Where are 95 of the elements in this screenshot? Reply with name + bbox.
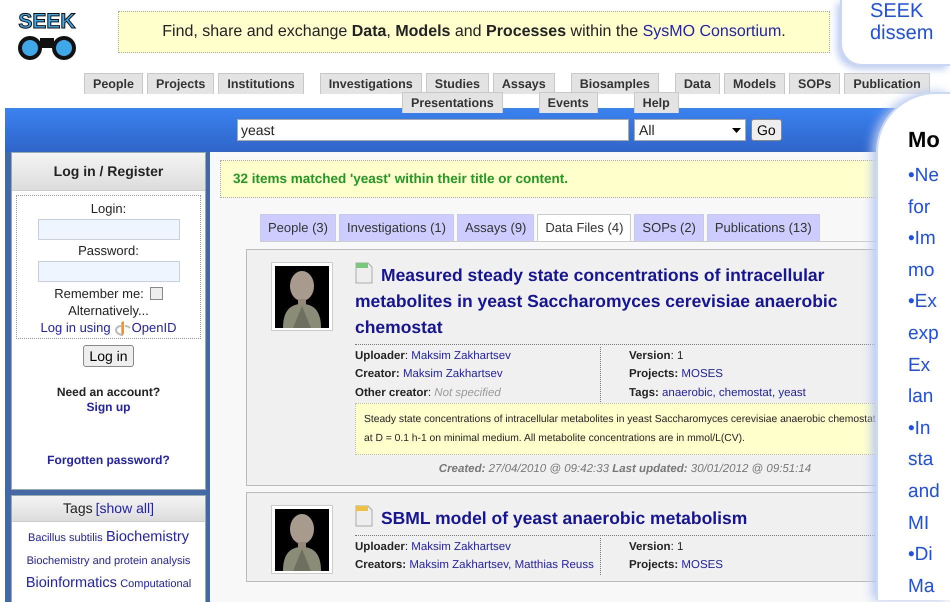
nav-tab[interactable]: Presentations (402, 92, 503, 113)
meta-label: Projects: (629, 368, 678, 380)
password-field[interactable] (38, 261, 180, 282)
slide-text: •In (908, 416, 932, 441)
slide-text: for (908, 196, 932, 220)
meta-label: Tags: (629, 386, 659, 399)
panel-header: Tags (63, 499, 93, 518)
meta-label: Version (629, 540, 671, 552)
tag-link[interactable]: Bioinformatics (26, 575, 117, 591)
meta-link[interactable]: Maksim Zakhartsev, Matthias Reuss (409, 559, 594, 571)
checkbox-label: Remember me: (54, 285, 144, 302)
nav-tab[interactable]: People (84, 73, 143, 94)
openid-icon (114, 320, 131, 336)
result-tab[interactable]: Data Files (4) (537, 214, 632, 241)
show-all-link[interactable]: [show all] (96, 498, 154, 519)
meta-label: Creator: (355, 368, 400, 380)
nav-tab[interactable]: Data (674, 73, 720, 94)
meta-link[interactable]: MOSES (681, 559, 723, 571)
meta-value: 1 (676, 540, 684, 552)
meta-link[interactable]: Maksim Zakhartsev (402, 368, 503, 380)
field-label: Password: (77, 242, 140, 259)
meta-separator: : (670, 540, 674, 552)
slide-text: sta (908, 448, 934, 472)
tag-link[interactable]: Biochemistry (106, 529, 189, 545)
nav-tab[interactable]: Models (724, 73, 786, 94)
result-tab[interactable]: Investigations (1) (338, 214, 454, 241)
nav-tab[interactable]: Assays (492, 73, 555, 94)
panel-header: Log in / Register (12, 153, 205, 191)
nav-tab[interactable]: Projects (147, 73, 214, 94)
timestamp-text: Created: 27/04/2010 @ 09:42:33 Last updated: 30/01/2012 @ 09:51:14 (438, 462, 812, 478)
openid-text: Log in using (40, 319, 111, 336)
meta-separator: : (404, 540, 408, 552)
tag-link[interactable]: Bacillus subtilis (28, 532, 103, 544)
tag-link[interactable]: Computational (120, 578, 192, 590)
scope-dropdown[interactable]: All (634, 119, 746, 141)
callout-text: dissem (870, 22, 934, 44)
search-field[interactable]: yeast (237, 119, 629, 141)
nav-tab[interactable]: Biosamples (570, 73, 659, 94)
result-title[interactable]: Measured steady state concentrations of intracellular metabolites in yeast Saccharomyces cerevisiae anaerobic chemostat (355, 262, 845, 340)
login-field[interactable] (38, 219, 180, 240)
callout-text: SEEK (870, 0, 924, 22)
file-icon (355, 504, 373, 526)
file-icon (355, 262, 373, 284)
nav-tab[interactable]: Publication (844, 73, 930, 94)
account-prompt: Need an account? (56, 385, 162, 400)
meta-separator: : (670, 350, 674, 362)
meta-link[interactable]: Maksim Zakhartsev (411, 540, 511, 552)
result-tab[interactable]: SOPs (2) (634, 214, 704, 241)
meta-label: Other creator (355, 386, 428, 399)
meta-label: Version (629, 350, 671, 362)
meta-label: Creators: (355, 559, 406, 571)
alternative-text: Alternatively... (67, 302, 150, 319)
slide-text: •Im (908, 227, 937, 252)
nav-tab[interactable]: Institutions (218, 73, 304, 94)
meta-separator: : (428, 386, 432, 399)
remember-checkbox[interactable] (150, 287, 163, 300)
go-button[interactable]: Go (751, 119, 782, 141)
meta-separator: : (404, 350, 408, 362)
slide-text: Ma (908, 574, 936, 599)
slide-heading: Mo (908, 126, 941, 154)
meta-link[interactable]: MOSES (681, 368, 723, 380)
meta-value: Not specified (434, 386, 501, 399)
nav-tab[interactable]: Events (538, 92, 598, 113)
forgot-password-link[interactable]: Forgotten password? (47, 453, 170, 467)
result-tab[interactable]: Assays (9) (456, 214, 534, 241)
nav-tab[interactable]: Studies (426, 73, 489, 94)
slide-text: •Ne (908, 164, 940, 188)
meta-label: Uploader (355, 540, 405, 552)
slide-text: lan (908, 385, 934, 410)
slide-text: •Di (908, 543, 934, 568)
nav-tab[interactable]: Help (634, 92, 679, 113)
result-tab[interactable]: People (3) (260, 214, 336, 241)
result-title[interactable]: SBML model of yeast anaerobic metabolism (355, 504, 748, 530)
signup-link[interactable]: Sign up (86, 400, 130, 414)
meta-value: 1 (676, 350, 684, 362)
field-label: Login: (90, 200, 128, 217)
tag-link[interactable]: Biochemistry and protein analysis (26, 555, 190, 567)
result-tab[interactable]: Publications (13) (706, 214, 820, 241)
login-button[interactable]: Log in (83, 345, 134, 367)
meta-link[interactable]: Maksim Zakhartsev (411, 350, 511, 362)
slide-text: Ex (908, 354, 932, 378)
openid-link[interactable]: OpenID (132, 319, 176, 336)
nav-tab[interactable]: SOPs (789, 73, 840, 94)
slide-text: mo (908, 258, 936, 283)
caret-icon (732, 128, 741, 132)
meta-link[interactable]: anaerobic, chemostat, yeast (662, 386, 806, 399)
nav-tab[interactable]: Investigations (320, 73, 422, 94)
meta-label: Projects: (629, 559, 678, 571)
meta-label: Uploader (355, 350, 405, 362)
slide-text: •Ex (908, 290, 938, 314)
banner: Find, share and exchange Data, Models and Processes within the SysMO Consortium. (118, 11, 830, 53)
slide-text: MI (908, 512, 930, 536)
consortium-link[interactable]: SysMO Consortium (642, 23, 782, 40)
slide-text: and (908, 480, 941, 504)
slide-text: exp (908, 322, 940, 346)
